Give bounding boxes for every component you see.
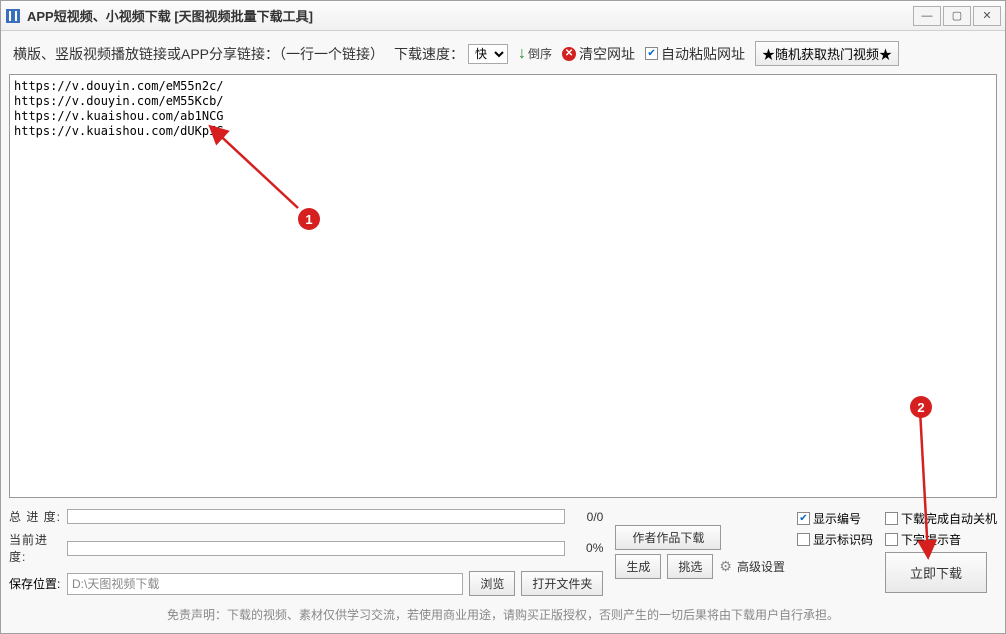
show-number-checkbox[interactable]: ✔ 显示编号 <box>797 510 861 527</box>
url-textarea[interactable] <box>9 74 997 498</box>
auto-shutdown-checkbox[interactable]: 下载完成自动关机 <box>885 510 997 527</box>
save-location-row: 保存位置: 浏览 打开文件夹 <box>9 571 603 596</box>
speed-select[interactable]: 快 <box>468 44 508 64</box>
current-progress-value: 0% <box>571 541 603 555</box>
gen-pick-row: 生成 挑选 ⚙ 高级设置 <box>615 554 785 579</box>
total-progress-value: 0/0 <box>571 510 603 524</box>
open-folder-button[interactable]: 打开文件夹 <box>521 571 603 596</box>
browse-button[interactable]: 浏览 <box>469 571 515 596</box>
clear-label: 清空网址 <box>579 44 635 64</box>
speed-label: 下载速度： <box>394 44 464 64</box>
window-controls: — ▢ ✕ <box>913 6 1001 26</box>
gear-icon: ⚙ <box>719 558 732 575</box>
advanced-settings-button[interactable]: ⚙ 高级设置 <box>719 558 785 575</box>
show-marker-checkbox[interactable]: 显示标识码 <box>797 531 873 548</box>
finish-sound-checkbox[interactable]: 下完提示音 <box>885 531 961 548</box>
current-progress-label: 当前进度: <box>9 531 61 565</box>
checkbox-unchecked-icon <box>885 533 898 546</box>
down-arrow-icon: ↓ <box>518 45 526 63</box>
show-marker-label: 显示标识码 <box>813 531 873 548</box>
lower-grid: 总 进 度: 0/0 当前进度: 0% 保存位置: 浏览 打开文件夹 <box>9 508 997 596</box>
sort-label: 倒序 <box>528 49 552 59</box>
url-prompt-label: 横版、竖版视频播放链接或APP分享链接：（一行一个链接） <box>13 44 384 64</box>
current-progress-bar <box>67 541 565 556</box>
show-number-label: 显示编号 <box>813 510 861 527</box>
app-window: APP短视频、小视频下载 [天图视频批量下载工具] — ▢ ✕ 横版、竖版视频播… <box>0 0 1006 634</box>
checkbox-checked-icon: ✔ <box>645 47 658 60</box>
minimize-button[interactable]: — <box>913 6 941 26</box>
autopaste-label: 自动粘贴网址 <box>661 44 745 64</box>
bottom-area: 总 进 度: 0/0 当前进度: 0% 保存位置: 浏览 打开文件夹 <box>9 504 997 625</box>
window-title: APP短视频、小视频下载 [天图视频批量下载工具] <box>27 6 913 25</box>
save-path-input[interactable] <box>67 573 463 595</box>
content-area: 横版、竖版视频播放链接或APP分享链接：（一行一个链接） 下载速度： 快 ↓ 倒… <box>1 31 1005 633</box>
right-column: 下载完成自动关机 下完提示音 立即下载 <box>885 508 997 596</box>
pick-button[interactable]: 挑选 <box>667 554 713 579</box>
app-icon <box>5 8 21 24</box>
auto-shutdown-label: 下载完成自动关机 <box>901 510 997 527</box>
adv-settings-label: 高级设置 <box>737 558 785 575</box>
total-progress-row: 总 进 度: 0/0 <box>9 508 603 525</box>
disclaimer-text: 免责声明：下载的视频、素材仅供学习交流，若使用商业用途，请购买正版授权，否则产生… <box>9 602 997 625</box>
random-hot-button[interactable]: ★随机获取热门视频★ <box>755 41 899 66</box>
toolbar: 横版、竖版视频播放链接或APP分享链接：（一行一个链接） 下载速度： 快 ↓ 倒… <box>9 39 997 68</box>
reverse-sort-button[interactable]: ↓ 倒序 <box>518 45 552 63</box>
titlebar: APP短视频、小视频下载 [天图视频批量下载工具] — ▢ ✕ <box>1 1 1005 31</box>
x-circle-icon: ✕ <box>562 47 576 61</box>
download-now-button[interactable]: 立即下载 <box>885 552 987 593</box>
auto-paste-checkbox[interactable]: ✔ 自动粘贴网址 <box>645 44 745 64</box>
finish-sound-label: 下完提示音 <box>901 531 961 548</box>
current-progress-row: 当前进度: 0% <box>9 531 603 565</box>
maximize-button[interactable]: ▢ <box>943 6 971 26</box>
total-progress-label: 总 进 度: <box>9 508 61 525</box>
lower-left: 总 进 度: 0/0 当前进度: 0% 保存位置: 浏览 打开文件夹 <box>9 508 603 596</box>
checkbox-unchecked-icon <box>885 512 898 525</box>
speed-group: 下载速度： 快 <box>394 44 508 64</box>
lower-mid: 作者作品下载 生成 挑选 ⚙ 高级设置 <box>615 508 785 596</box>
checkbox-unchecked-icon <box>797 533 810 546</box>
save-label: 保存位置: <box>9 575 61 592</box>
options-column: ✔ 显示编号 显示标识码 <box>797 508 873 596</box>
close-button[interactable]: ✕ <box>973 6 1001 26</box>
checkbox-checked-icon: ✔ <box>797 512 810 525</box>
total-progress-bar <box>67 509 565 524</box>
author-works-download-button[interactable]: 作者作品下载 <box>615 525 721 550</box>
generate-button[interactable]: 生成 <box>615 554 661 579</box>
clear-urls-button[interactable]: ✕ 清空网址 <box>562 44 635 64</box>
